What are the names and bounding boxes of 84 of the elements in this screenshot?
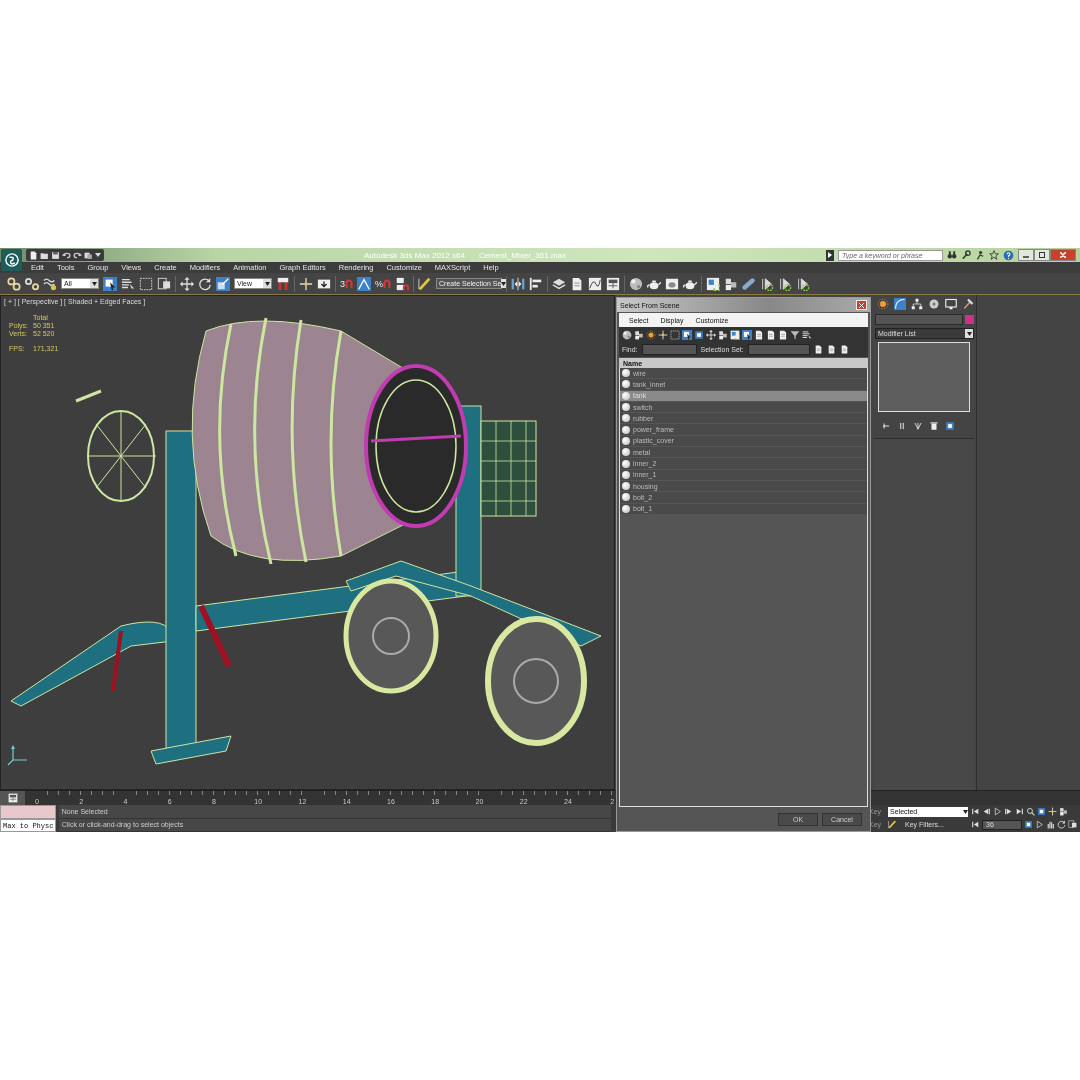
box-icon[interactable]: [706, 276, 721, 291]
move-icon[interactable]: [180, 276, 194, 291]
display-tab-icon[interactable]: [945, 298, 957, 310]
modify-tab-icon[interactable]: [894, 298, 906, 310]
person-icon[interactable]: [975, 250, 985, 260]
cubes-icon[interactable]: [718, 329, 728, 340]
undo-icon[interactable]: [62, 250, 71, 260]
list-icon[interactable]: [802, 329, 812, 340]
mirror-icon[interactable]: [511, 276, 526, 291]
document-icon[interactable]: [826, 345, 836, 354]
caret-icon: [91, 281, 97, 286]
axis-gizmo-icon: [7, 744, 29, 766]
close-icon: [1060, 252, 1066, 258]
shapes-filter-icon[interactable]: [634, 329, 644, 340]
object-name-field[interactable]: [875, 314, 963, 325]
wrench-icon[interactable]: [961, 250, 971, 260]
close-icon: [859, 302, 864, 308]
folder-icon[interactable]: [40, 250, 49, 260]
key-icon[interactable]: [888, 820, 897, 829]
hierarchy-tab-icon[interactable]: [911, 298, 923, 310]
go-to-end-icon[interactable]: [1015, 807, 1024, 816]
app-logo-icon[interactable]: [1, 249, 22, 271]
spinner-snap-icon[interactable]: [395, 276, 410, 291]
caret-icon[interactable]: [95, 252, 101, 258]
file-name: Cement_Mixer_361.max: [478, 250, 567, 260]
maximize-button[interactable]: [1034, 249, 1050, 261]
rotate-icon[interactable]: [198, 276, 212, 291]
curve-editor-icon[interactable]: [588, 276, 603, 291]
material-editor-icon[interactable]: [629, 276, 644, 291]
capsule-icon[interactable]: [742, 276, 757, 291]
layers-icon[interactable]: [552, 276, 567, 291]
percent-snap-toggle[interactable]: %: [375, 278, 392, 289]
select-object-icon[interactable]: [103, 276, 117, 291]
new-file-icon[interactable]: [29, 250, 38, 260]
angle-snap-icon[interactable]: [357, 276, 371, 291]
binoculars-icon[interactable]: [947, 250, 957, 260]
object-color-swatch[interactable]: [965, 315, 974, 324]
document-icon[interactable]: [778, 329, 788, 340]
next-frame-icon[interactable]: [1004, 807, 1013, 816]
star-icon[interactable]: [989, 250, 999, 260]
play-icon[interactable]: [993, 807, 1002, 816]
caret-icon: [501, 281, 507, 286]
help-icon[interactable]: [1003, 249, 1014, 261]
align-icon[interactable]: [529, 276, 544, 291]
create-tab-icon[interactable]: [877, 298, 889, 310]
save-icon[interactable]: [51, 250, 60, 260]
go-to-start-icon[interactable]: [971, 807, 980, 816]
previous-frame-icon[interactable]: [982, 807, 991, 816]
zoom-icon[interactable]: [1026, 807, 1035, 816]
snap-toggle[interactable]: 3: [340, 278, 353, 289]
document-icon[interactable]: [754, 329, 764, 340]
document-icon[interactable]: [813, 345, 823, 354]
select-by-name-icon[interactable]: [121, 276, 135, 291]
redo-icon[interactable]: [73, 250, 82, 260]
caret-icon: [966, 331, 972, 336]
rectangle-selection-icon[interactable]: [139, 276, 153, 291]
cubes-icon[interactable]: [724, 276, 739, 291]
maximize-icon: [1039, 252, 1045, 258]
scale-icon[interactable]: [216, 276, 230, 291]
document-icon[interactable]: [766, 329, 776, 340]
schematic-view-icon[interactable]: [606, 276, 621, 291]
close-button[interactable]: [1050, 249, 1076, 261]
expand-arrow-icon[interactable]: [826, 249, 834, 261]
rendered-frame-icon[interactable]: [665, 276, 680, 291]
caret-icon: [963, 809, 968, 814]
window-crossing-icon[interactable]: [157, 276, 171, 291]
utilities-tab-icon[interactable]: [962, 298, 974, 310]
document-icon[interactable]: [839, 345, 849, 354]
link-icon[interactable]: [7, 276, 21, 291]
project-folder-icon[interactable]: [84, 250, 93, 260]
caret-icon: [264, 281, 270, 286]
find-field[interactable]: [641, 344, 697, 355]
select-icon[interactable]: [682, 329, 692, 340]
edit-named-selection-icon[interactable]: [418, 276, 433, 291]
app-title: Autodesk 3ds Max 2012 x64: [363, 250, 465, 260]
modifier-stack[interactable]: [878, 342, 970, 412]
unlink-icon[interactable]: [25, 276, 39, 291]
filter-icon[interactable]: [790, 329, 800, 340]
minimize-button[interactable]: [1018, 249, 1034, 261]
select-icon[interactable]: [742, 329, 752, 340]
motion-tab-icon[interactable]: [928, 298, 940, 310]
square-icon[interactable]: [694, 329, 704, 340]
box-icon[interactable]: [730, 329, 740, 340]
orbit-icon[interactable]: [1057, 820, 1066, 829]
